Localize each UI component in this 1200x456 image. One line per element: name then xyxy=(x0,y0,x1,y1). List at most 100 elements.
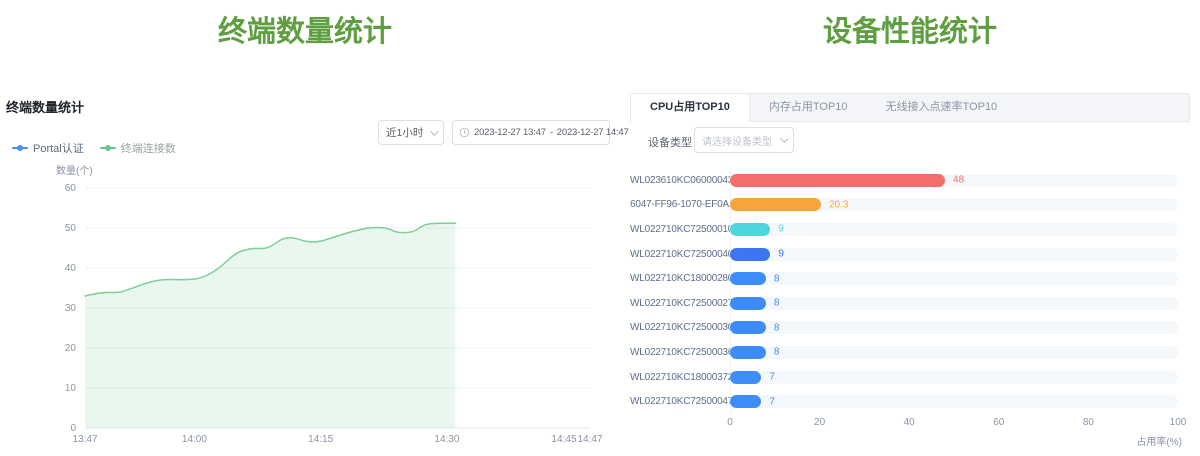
y-tick-label: 40 xyxy=(65,263,77,274)
performance-tabs: CPU占用TOP10内存占用TOP10无线接入点速率TOP10 xyxy=(630,93,1190,122)
area-fill xyxy=(85,223,455,428)
legend-label: 终端连接数 xyxy=(121,140,176,156)
device-name-label: WL022710KC725000307 xyxy=(630,322,730,333)
device-type-select[interactable]: 请选择设备类型 xyxy=(694,127,794,153)
bar-row: 6047-FF96-1070-EF0A 20.3 xyxy=(630,193,1185,218)
date-range-separator: - xyxy=(550,127,553,138)
legend-portal-auth[interactable]: Portal认证 xyxy=(12,140,84,156)
legend-label: Portal认证 xyxy=(33,140,84,156)
terminal-count-line-chart[interactable]: 010203040506013:4714:0014:1514:3014:4514… xyxy=(0,180,610,456)
legend-terminal-connections[interactable]: 终端连接数 xyxy=(100,140,176,156)
bar-value-label: 8 xyxy=(774,347,780,358)
line-chart-legend: Portal认证 终端连接数 xyxy=(12,140,176,156)
y-tick-label: 10 xyxy=(65,383,77,394)
time-range-select[interactable]: 近1小时 xyxy=(378,120,444,145)
panel-heading: 终端数量统计 xyxy=(6,97,84,116)
date-range-picker[interactable]: 2023-12-27 13:47 - 2023-12-27 14:47 xyxy=(452,120,610,145)
x-tick-label: 40 xyxy=(904,417,915,428)
bar-value-label: 48 xyxy=(953,175,964,186)
y-tick-label: 50 xyxy=(65,223,77,234)
bar[interactable] xyxy=(730,198,821,211)
bar-track: 7 xyxy=(730,371,1178,384)
x-tick-label: 60 xyxy=(993,417,1004,428)
date-range-start[interactable]: 2023-12-27 13:47 xyxy=(474,127,546,138)
x-tick-label: 20 xyxy=(814,417,825,428)
device-name-label: 6047-FF96-1070-EF0A xyxy=(630,199,730,210)
bar-row: WL022710KC725000272 8 xyxy=(630,291,1185,316)
bar[interactable] xyxy=(730,223,770,236)
bar-row: WL023610KC06000043 48 xyxy=(630,168,1185,193)
x-tick-label: 13:47 xyxy=(72,434,97,445)
y-tick-label: 60 xyxy=(65,183,77,194)
bar-track: 8 xyxy=(730,297,1178,310)
device-name-label: WL022710KC725000369 xyxy=(630,347,730,358)
bar[interactable] xyxy=(730,248,770,261)
terminal-count-panel: 终端数量统计 近1小时 2023-12-27 13:47 - 2023-12-2… xyxy=(0,0,618,456)
tab-cpu-top10[interactable]: CPU占用TOP10 xyxy=(631,94,750,122)
bar-value-label: 8 xyxy=(774,298,780,309)
device-name-label: WL022710KC725000272 xyxy=(630,298,730,309)
chevron-down-icon xyxy=(780,134,788,142)
tab-memory-top10[interactable]: 内存占用TOP10 xyxy=(750,94,867,122)
bar[interactable] xyxy=(730,174,945,187)
bar-row: WL022710KC725000470 7 xyxy=(630,389,1185,414)
bar[interactable] xyxy=(730,321,766,334)
x-tick-label: 0 xyxy=(727,417,733,428)
device-type-select-placeholder: 请选择设备类型 xyxy=(702,133,772,148)
bar-value-label: 9 xyxy=(778,249,784,260)
bar-track: 48 xyxy=(730,174,1178,187)
bar-row: WL022710KC725000369 8 xyxy=(630,340,1185,365)
bar-track: 8 xyxy=(730,321,1178,334)
bar-row: WL022710KC7250001029 xyxy=(630,217,1185,242)
bar[interactable] xyxy=(730,346,766,359)
bar[interactable] xyxy=(730,395,761,408)
bar-track: 8 xyxy=(730,272,1178,285)
bar-track: 7 xyxy=(730,395,1178,408)
x-tick-label: 80 xyxy=(1083,417,1094,428)
chevron-down-icon xyxy=(430,127,438,135)
bar-row: WL022710KC18000280 8 xyxy=(630,266,1185,291)
bar-value-label: 20.3 xyxy=(829,199,848,210)
time-range-select-value: 近1小时 xyxy=(386,125,423,140)
date-range-end[interactable]: 2023-12-27 14:47 xyxy=(557,127,629,138)
bar-chart-x-axis: 020406080100 xyxy=(730,417,1178,431)
x-tick-label: 14:15 xyxy=(308,434,333,445)
line-series-icon xyxy=(100,144,116,152)
bar-row: WL022710KC725000307 8 xyxy=(630,316,1185,341)
line-series-icon xyxy=(12,144,28,152)
y-axis-name: 数量(个) xyxy=(56,162,93,177)
dashboard: 终端数量统计 设备性能统计 终端数量统计 近1小时 2023-12-27 13:… xyxy=(0,0,1200,456)
cpu-top10-bar-chart[interactable]: WL023610KC06000043 48 6047-FF96-1070-EF0A 2… xyxy=(630,168,1185,448)
bar-value-label: 7 xyxy=(769,396,775,407)
bar-value-label: 8 xyxy=(774,273,780,284)
device-type-label: 设备类型 xyxy=(648,134,692,150)
bar-track: 20.3 xyxy=(730,198,1178,211)
bar-track: 9 xyxy=(730,223,1178,236)
bar[interactable] xyxy=(730,272,766,285)
device-name-label: WL022710KC725000470 xyxy=(630,396,730,407)
bar-track: 8 xyxy=(730,346,1178,359)
x-tick-label: 14:47 xyxy=(577,434,602,445)
tab-wireless-rate-top10[interactable]: 无线接入点速率TOP10 xyxy=(867,94,1017,122)
bar-row: WL022710KC18000372 7 xyxy=(630,365,1185,390)
x-tick-label: 14:45 xyxy=(551,434,576,445)
bar-track: 9 xyxy=(730,248,1178,261)
bar-value-label: 8 xyxy=(774,322,780,333)
y-tick-label: 20 xyxy=(65,343,77,354)
bar-value-label: 9 xyxy=(778,224,784,235)
bar[interactable] xyxy=(730,371,761,384)
bar-row: WL022710KC725000409 9 xyxy=(630,242,1185,267)
device-performance-panel: CPU占用TOP10内存占用TOP10无线接入点速率TOP10 设备类型 请选择… xyxy=(630,0,1190,456)
bar-value-label: 7 xyxy=(769,372,775,383)
bar[interactable] xyxy=(730,297,766,310)
bar-chart-x-axis-label: 占用率(%) xyxy=(730,433,1182,448)
device-name-label: WL022710KC18000280 xyxy=(630,273,730,284)
y-tick-label: 30 xyxy=(65,303,77,314)
device-name-label: WL023610KC06000043 xyxy=(630,175,730,186)
device-name-label: WL022710KC18000372 xyxy=(630,372,730,383)
x-tick-label: 100 xyxy=(1170,417,1187,428)
clock-icon xyxy=(459,127,470,138)
device-name-label: WL022710KC725000409 xyxy=(630,249,730,260)
x-tick-label: 14:30 xyxy=(434,434,459,445)
x-tick-label: 14:00 xyxy=(182,434,207,445)
